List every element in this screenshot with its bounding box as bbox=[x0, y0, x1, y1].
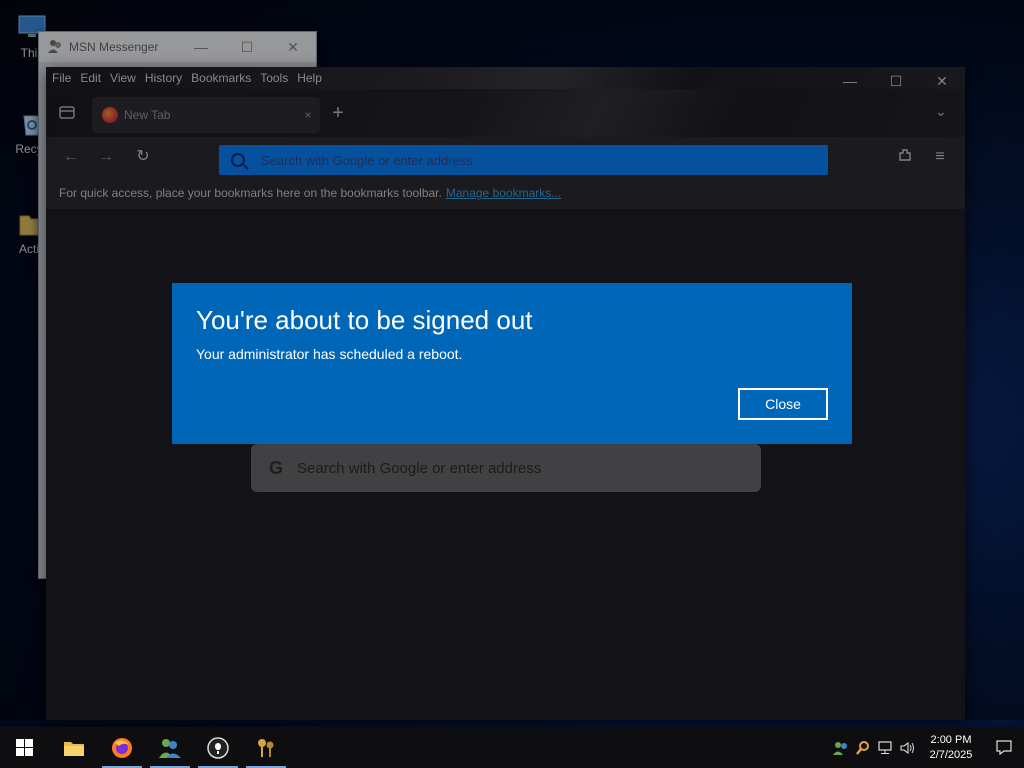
taskbar-clock[interactable]: 2:00 PM 2/7/2025 bbox=[918, 733, 984, 763]
search-tray-icon[interactable] bbox=[852, 738, 874, 758]
taskbar: 2:00 PM 2/7/2025 bbox=[0, 727, 1024, 768]
msn-messenger-icon bbox=[159, 738, 181, 758]
taskbar-keys-app[interactable] bbox=[242, 727, 290, 768]
taskbar-firefox[interactable] bbox=[98, 727, 146, 768]
notification-center-icon[interactable] bbox=[984, 727, 1024, 768]
dialog-title: You're about to be signed out bbox=[196, 305, 533, 335]
keys-app-icon bbox=[258, 738, 274, 757]
clock-date: 2/7/2025 bbox=[929, 748, 973, 761]
signout-dialog: You're about to be signed out Your admin… bbox=[172, 283, 852, 444]
start-button[interactable] bbox=[0, 727, 48, 768]
file-explorer-icon bbox=[64, 741, 84, 756]
clock-time: 2:00 PM bbox=[930, 733, 972, 746]
network-icon[interactable] bbox=[874, 738, 896, 758]
lightbulb-app-icon bbox=[207, 736, 229, 759]
dialog-message: Your administrator has scheduled a reboo… bbox=[196, 346, 463, 362]
close-button[interactable]: Close bbox=[738, 388, 828, 420]
firefox-icon bbox=[112, 737, 132, 758]
msn-tray-icon[interactable] bbox=[830, 738, 852, 758]
taskbar-lightbulb-app[interactable] bbox=[194, 727, 242, 768]
volume-icon[interactable] bbox=[896, 738, 918, 758]
windows-logo-icon bbox=[15, 739, 33, 756]
taskbar-file-explorer[interactable] bbox=[50, 727, 98, 768]
taskbar-msn-messenger[interactable] bbox=[146, 727, 194, 768]
